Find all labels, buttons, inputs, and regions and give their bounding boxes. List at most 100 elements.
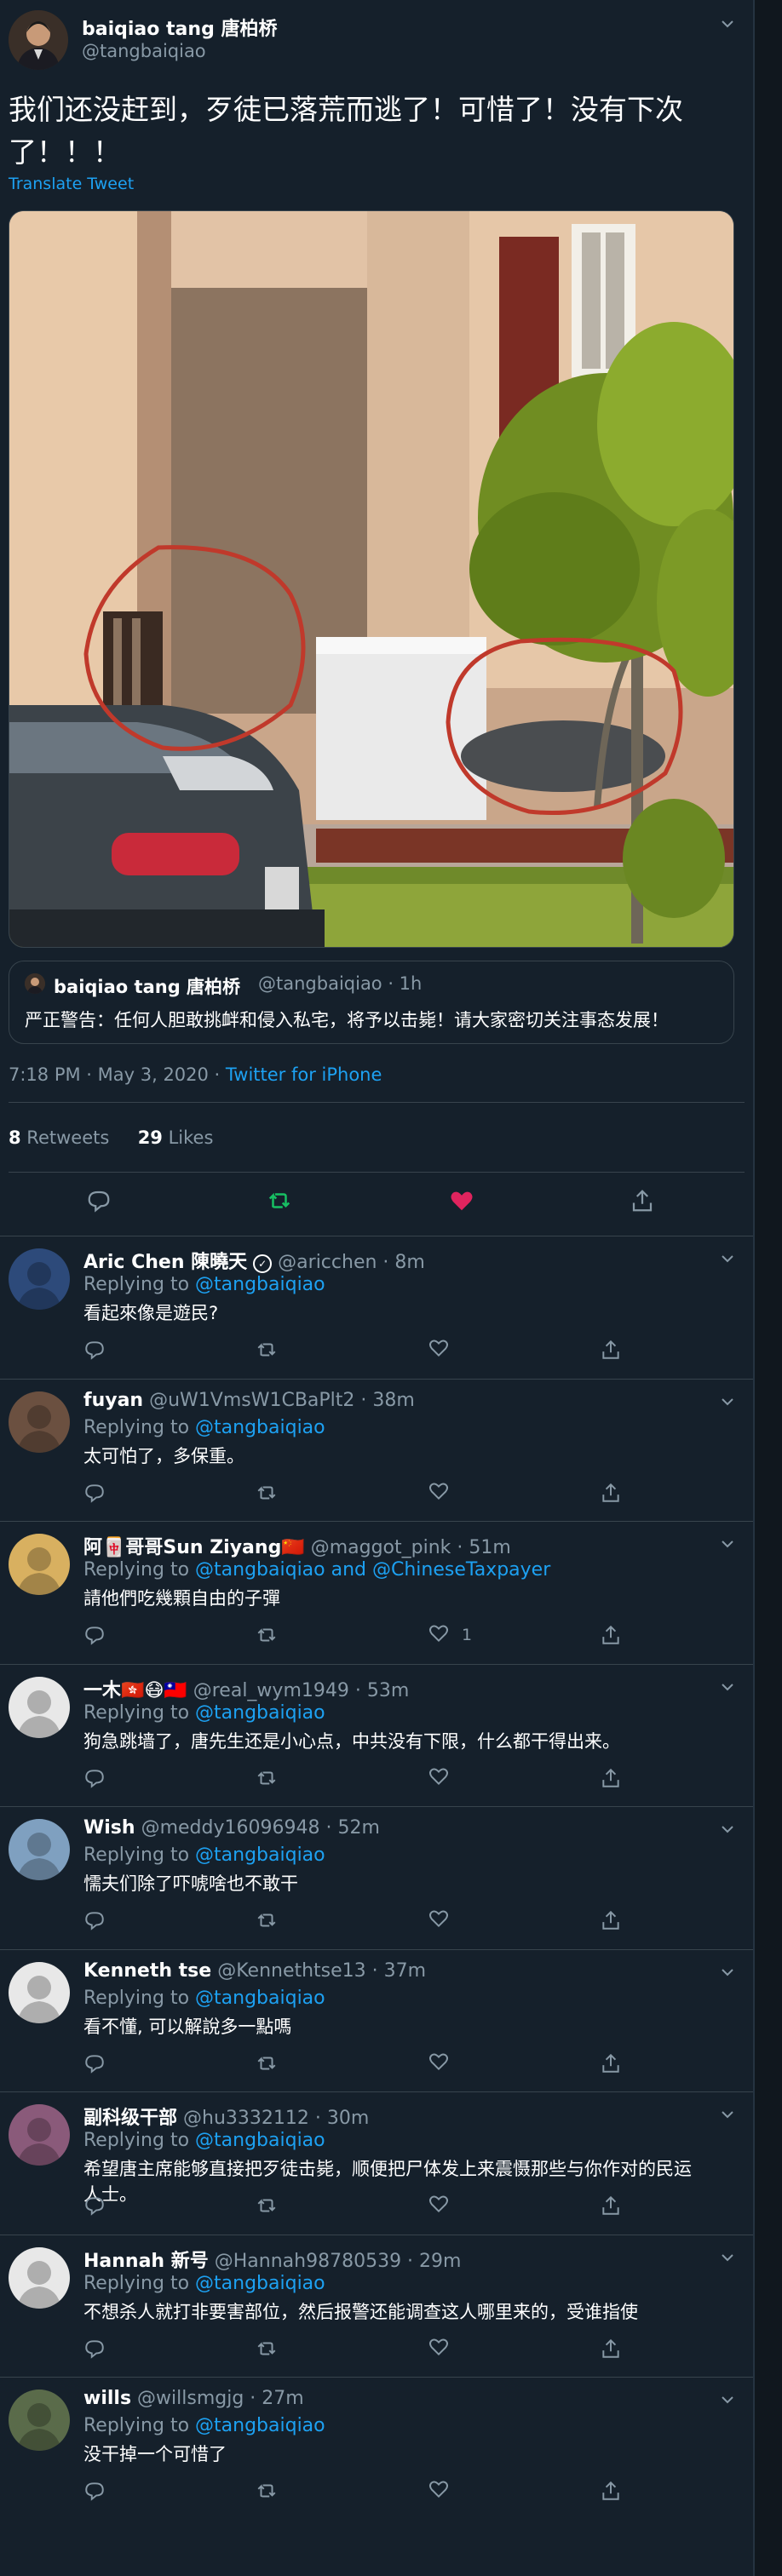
- author-name[interactable]: baiqiao tang 唐柏桥: [82, 14, 277, 41]
- reply-icon[interactable]: [83, 2193, 106, 2218]
- reply-icon[interactable]: [82, 1184, 116, 1218]
- scrollbar-track[interactable]: [755, 0, 782, 2576]
- reply-avatar[interactable]: [9, 1248, 70, 1310]
- reply-author-name[interactable]: 一木🇭🇰😷🇹🇼: [83, 1680, 187, 1701]
- chevron-down-icon[interactable]: [719, 1393, 736, 1410]
- retweet-icon[interactable]: [262, 1184, 296, 1218]
- reply-tweet[interactable]: Kenneth tse @Kennethtse13 · 37m Replying…: [0, 1949, 753, 2092]
- like-button[interactable]: [428, 2193, 462, 2218]
- reply-actions: [83, 2193, 629, 2220]
- quoted-tweet[interactable]: baiqiao tang 唐柏桥 @tangbaiqiao · 1h 严正警告：…: [9, 961, 734, 1044]
- reply-avatar[interactable]: [9, 1534, 70, 1595]
- chevron-down-icon[interactable]: [719, 1821, 736, 1838]
- retweet-icon[interactable]: [256, 1765, 278, 1791]
- reply-icon[interactable]: [83, 2051, 106, 2076]
- reply-icon[interactable]: [83, 1480, 106, 1506]
- share-icon[interactable]: [600, 1908, 622, 1933]
- retweet-icon[interactable]: [256, 2193, 278, 2218]
- reply-author-name[interactable]: 副科级干部: [83, 2108, 177, 2129]
- tweet-photo[interactable]: [9, 210, 734, 948]
- reply-tweet[interactable]: fuyan @uW1VmsW1CBaPlt2 · 38m Replying to…: [0, 1379, 753, 1522]
- reply-tweet[interactable]: 一木🇭🇰😷🇹🇼 @real_wym1949 · 53m Replying to …: [0, 1664, 753, 1807]
- mention-link[interactable]: @tangbaiqiao: [195, 2130, 325, 2151]
- like-button[interactable]: [428, 2336, 462, 2361]
- retweet-icon[interactable]: [256, 1337, 278, 1363]
- reply-author-name[interactable]: wills: [83, 2388, 131, 2409]
- reply-author-name[interactable]: 阿🀄哥哥Sun Ziyang🇨🇳: [83, 1537, 305, 1558]
- chevron-down-icon[interactable]: [719, 2391, 736, 2408]
- reply-avatar[interactable]: [9, 1391, 70, 1453]
- retweets-stat[interactable]: 8 Retweets: [9, 1127, 109, 1148]
- reply-tweet[interactable]: 副科级干部 @hu3332112 · 30m Replying to @tang…: [0, 2091, 753, 2235]
- mention-link[interactable]: @tangbaiqiao: [195, 1274, 325, 1295]
- chevron-down-icon[interactable]: [719, 2106, 736, 2123]
- share-icon[interactable]: [600, 2193, 622, 2218]
- share-icon[interactable]: [600, 2478, 622, 2504]
- like-button[interactable]: [428, 1480, 462, 1506]
- like-button[interactable]: [428, 2051, 462, 2076]
- reply-avatar[interactable]: [9, 1819, 70, 1880]
- replying-to: Replying to @tangbaiqiao: [83, 1417, 325, 1438]
- like-button[interactable]: 1: [428, 1622, 472, 1648]
- retweet-icon[interactable]: [256, 1480, 278, 1506]
- mention-link[interactable]: @tangbaiqiao: [195, 1417, 325, 1438]
- like-button[interactable]: [428, 1337, 462, 1363]
- mention-link[interactable]: @tangbaiqiao: [195, 1988, 325, 2009]
- mention-link[interactable]: @tangbaiqiao: [195, 2415, 325, 2436]
- translate-tweet-link[interactable]: Translate Tweet: [9, 175, 134, 193]
- reply-author-name[interactable]: Kenneth tse: [83, 1960, 211, 1982]
- share-icon[interactable]: [600, 2051, 622, 2076]
- chevron-down-icon[interactable]: [719, 1250, 736, 1267]
- mention-link[interactable]: @tangbaiqiao: [195, 1702, 325, 1724]
- reply-author-name[interactable]: Hannah 新号: [83, 2251, 209, 2272]
- share-icon[interactable]: [625, 1184, 659, 1218]
- reply-icon[interactable]: [83, 1337, 106, 1363]
- reply-avatar[interactable]: [9, 2247, 70, 2309]
- retweet-icon[interactable]: [256, 2051, 278, 2076]
- reply-tweet[interactable]: Hannah 新号 @Hannah98780539 · 29m Replying…: [0, 2235, 753, 2378]
- reply-tweet[interactable]: Aric Chen 陳曉天 ✓ @aricchen · 8m Replying …: [0, 1236, 753, 1379]
- reply-author-name[interactable]: fuyan: [83, 1390, 143, 1411]
- likes-stat[interactable]: 29 Likes: [138, 1127, 214, 1148]
- reply-avatar[interactable]: [9, 2390, 70, 2451]
- reply-icon[interactable]: [83, 2336, 106, 2361]
- retweet-icon[interactable]: [256, 2478, 278, 2504]
- retweet-icon[interactable]: [256, 1622, 278, 1648]
- mention-link[interactable]: @tangbaiqiao: [195, 2273, 325, 2294]
- mention-link[interactable]: @tangbaiqiao: [195, 1845, 325, 1866]
- chevron-down-icon[interactable]: [719, 1535, 736, 1552]
- retweet-icon[interactable]: [256, 2336, 278, 2361]
- share-icon[interactable]: [600, 1765, 622, 1791]
- chevron-down-icon[interactable]: [719, 2249, 736, 2266]
- like-icon: [428, 2336, 450, 2362]
- reply-icon[interactable]: [83, 2478, 106, 2504]
- reply-icon[interactable]: [83, 1765, 106, 1791]
- reply-avatar[interactable]: [9, 1962, 70, 2023]
- reply-tweet[interactable]: Wish @meddy16096948 · 52m Replying to @t…: [0, 1806, 753, 1949]
- author-avatar[interactable]: [9, 10, 68, 70]
- source-link[interactable]: Twitter for iPhone: [226, 1064, 382, 1085]
- author-handle[interactable]: @tangbaiqiao: [82, 41, 206, 61]
- chevron-down-icon[interactable]: [719, 1678, 736, 1695]
- reply-tweet[interactable]: wills @willsmgjg · 27m Replying to @tang…: [0, 2377, 753, 2520]
- like-button[interactable]: [428, 1908, 462, 1933]
- like-button[interactable]: [428, 2478, 462, 2504]
- reply-avatar[interactable]: [9, 1677, 70, 1738]
- retweet-icon[interactable]: [256, 1908, 278, 1933]
- reply-author-name[interactable]: Aric Chen 陳曉天: [83, 1252, 247, 1273]
- like-icon[interactable]: [445, 1184, 479, 1218]
- like-button[interactable]: [428, 1765, 462, 1791]
- reply-tweet[interactable]: 阿🀄哥哥Sun Ziyang🇨🇳 @maggot_pink · 51m Repl…: [0, 1521, 753, 1664]
- mention-link[interactable]: @tangbaiqiao and @ChineseTaxpayer: [195, 1559, 550, 1581]
- reply-avatar[interactable]: [9, 2104, 70, 2166]
- replying-to-label: Replying to: [83, 1559, 196, 1581]
- share-icon[interactable]: [600, 2336, 622, 2361]
- chevron-down-icon[interactable]: [719, 15, 736, 32]
- reply-icon[interactable]: [83, 1622, 106, 1648]
- chevron-down-icon[interactable]: [719, 1964, 736, 1981]
- reply-author-name[interactable]: Wish: [83, 1817, 135, 1839]
- reply-icon[interactable]: [83, 1908, 106, 1933]
- share-icon[interactable]: [600, 1480, 622, 1506]
- share-icon[interactable]: [600, 1337, 622, 1363]
- share-icon[interactable]: [600, 1622, 622, 1648]
